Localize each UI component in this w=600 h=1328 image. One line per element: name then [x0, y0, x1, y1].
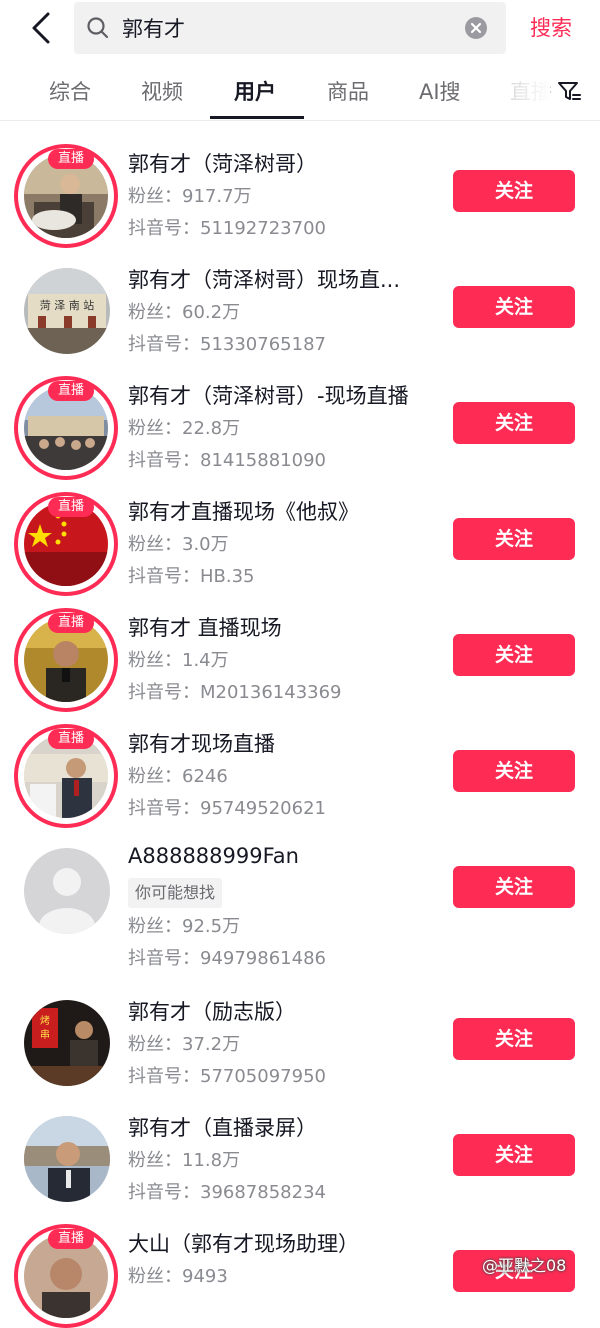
live-badge: 直播 [48, 729, 94, 749]
follow-button[interactable]: 关注 [453, 170, 575, 212]
follow-button[interactable]: 关注 [453, 634, 575, 676]
search-icon [87, 17, 109, 39]
avatar-image [24, 1116, 110, 1202]
user-row[interactable]: 直播 郭有才（菏泽树哥） 粉丝：917.7万 抖音号：51192723700 关… [0, 140, 600, 256]
douyin-id: 抖音号：94979861486 [128, 948, 326, 969]
fans-count: 粉丝：92.5万 [128, 916, 241, 937]
avatar[interactable]: 直播 [14, 724, 118, 828]
user-row[interactable]: 郭有才（直播录屏） 粉丝：11.8万 抖音号：39687858234 关注 [0, 1104, 600, 1220]
user-name: 郭有才（直播录屏） [128, 1116, 317, 1140]
user-name: 郭有才（菏泽树哥） [128, 152, 317, 176]
douyin-id: 抖音号：M20136143369 [128, 682, 342, 703]
tab-users[interactable]: 用户 [234, 76, 276, 106]
search-input[interactable] [122, 10, 452, 46]
douyin-id: 抖音号：95749520621 [128, 798, 326, 819]
avatar[interactable]: 直播 [14, 376, 118, 480]
douyin-id: 抖音号：51330765187 [128, 334, 326, 355]
fans-count: 粉丝：11.8万 [128, 1150, 241, 1171]
tab-fade [490, 64, 550, 118]
follow-button[interactable]: 关注 [453, 402, 575, 444]
user-row[interactable]: 直播 郭有才直播现场《他叔》 粉丝：3.0万 抖音号：HB.35 关注 [0, 488, 600, 604]
live-badge: 直播 [48, 1229, 94, 1249]
clear-icon[interactable] [464, 16, 488, 40]
tab-bar: 综合 视频 用户 商品 AI搜 直播 [0, 64, 600, 121]
avatar[interactable]: 菏 泽 南 站 [14, 260, 118, 364]
follow-button[interactable]: 关注 [453, 1134, 575, 1176]
avatar[interactable]: 烤 串 [14, 992, 118, 1096]
avatar[interactable] [14, 1108, 118, 1212]
watermark: @亚默之08 [482, 1256, 567, 1275]
avatar-image: 菏 泽 南 站 [24, 268, 110, 354]
default-avatar-icon [24, 848, 110, 934]
follow-button[interactable]: 关注 [453, 518, 575, 560]
user-name: 郭有才（菏泽树哥）现场直... [128, 268, 401, 292]
avatar[interactable]: 直播 [14, 144, 118, 248]
user-name: 郭有才 直播现场 [128, 616, 282, 640]
filter-icon[interactable] [556, 78, 582, 104]
search-button[interactable]: 搜索 [530, 12, 572, 42]
tab-products[interactable]: 商品 [327, 76, 369, 106]
tab-ai-search[interactable]: AI搜 [419, 76, 461, 106]
avatar[interactable]: 直播 [14, 492, 118, 596]
follow-button[interactable]: 关注 [453, 750, 575, 792]
user-name: 大山（郭有才现场助理） [128, 1232, 359, 1256]
fans-count: 粉丝：917.7万 [128, 186, 252, 207]
user-name: 郭有才现场直播 [128, 732, 275, 756]
avatar[interactable]: 直播 [14, 608, 118, 712]
user-row[interactable]: 烤 串 郭有才（励志版） 粉丝：37.2万 抖音号：57705097950 关注 [0, 988, 600, 1104]
user-row[interactable]: 直播 郭有才 直播现场 粉丝：1.4万 抖音号：M20136143369 关注 [0, 604, 600, 720]
suggestion-tag: 你可能想找 [128, 878, 223, 908]
follow-button[interactable]: 关注 [453, 286, 575, 328]
user-name: 郭有才直播现场《他叔》 [128, 500, 359, 524]
user-name: 郭有才（菏泽树哥）-现场直播 [128, 384, 409, 408]
follow-button[interactable]: 关注 [453, 866, 575, 908]
fans-count: 粉丝：6246 [128, 766, 228, 787]
live-badge: 直播 [48, 497, 94, 517]
avatar-image: 烤 串 [24, 1000, 110, 1086]
tab-videos[interactable]: 视频 [141, 76, 183, 106]
douyin-id: 抖音号：81415881090 [128, 450, 326, 471]
user-row[interactable]: 直播 郭有才现场直播 粉丝：6246 抖音号：95749520621 关注 [0, 720, 600, 836]
svg-text:菏 泽 南 站: 菏 泽 南 站 [40, 298, 95, 312]
fans-count: 粉丝：37.2万 [128, 1034, 241, 1055]
follow-button[interactable]: 关注 [453, 1018, 575, 1060]
active-tab-indicator [210, 116, 304, 119]
live-badge: 直播 [48, 381, 94, 401]
fans-count: 粉丝：1.4万 [128, 650, 229, 671]
fans-count: 粉丝：22.8万 [128, 418, 241, 439]
fans-count: 粉丝：3.0万 [128, 534, 229, 555]
svg-text:串: 串 [40, 1029, 50, 1041]
fans-count: 粉丝：60.2万 [128, 302, 241, 323]
live-badge: 直播 [48, 149, 94, 169]
user-name: A888888999Fan [128, 844, 299, 868]
user-row[interactable]: 直播 郭有才（菏泽树哥）-现场直播 粉丝：22.8万 抖音号：814158810… [0, 372, 600, 488]
search-header: 搜索 [0, 0, 600, 56]
search-box[interactable] [74, 2, 506, 54]
user-name: 郭有才（励志版） [128, 1000, 296, 1024]
svg-text:烤: 烤 [40, 1014, 50, 1027]
live-badge: 直播 [48, 613, 94, 633]
user-row[interactable]: A888888999Fan 你可能想找 粉丝：92.5万 抖音号：9497986… [0, 836, 600, 986]
douyin-id: 抖音号：51192723700 [128, 218, 326, 239]
tab-comprehensive[interactable]: 综合 [49, 76, 91, 106]
avatar[interactable] [14, 840, 118, 944]
fans-count: 粉丝：9493 [128, 1266, 228, 1287]
user-row[interactable]: 菏 泽 南 站 郭有才（菏泽树哥）现场直... 粉丝：60.2万 抖音号：513… [0, 256, 600, 372]
back-arrow-icon[interactable] [22, 8, 62, 48]
avatar[interactable]: 直播 [14, 1224, 118, 1328]
douyin-id: 抖音号：57705097950 [128, 1066, 326, 1087]
douyin-id: 抖音号：39687858234 [128, 1182, 326, 1203]
douyin-id: 抖音号：HB.35 [128, 566, 255, 587]
